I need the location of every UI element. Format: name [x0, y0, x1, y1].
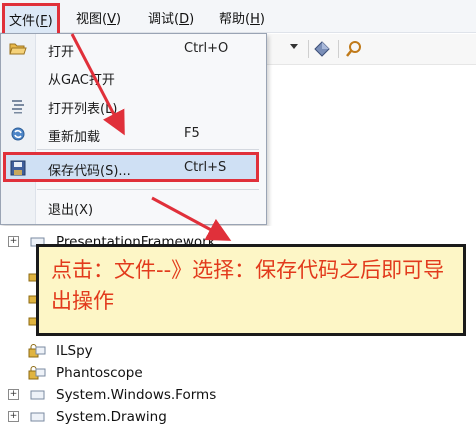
menu-help-key: H	[250, 12, 260, 27]
menu-file-key: F	[40, 14, 48, 29]
menu-help-label: 帮助(	[219, 12, 251, 27]
tree-item-label: ILSpy	[56, 343, 93, 359]
lock-assembly-icon	[28, 344, 46, 358]
menu-item-shortcut: F5	[184, 126, 200, 141]
menu-file[interactable]: 文件(F)	[2, 3, 60, 36]
reload-icon	[9, 126, 27, 142]
list-icon	[9, 98, 27, 114]
menu-help-end: )	[259, 12, 265, 27]
menu-item-label: 打开	[48, 45, 75, 60]
menu-item-reload[interactable]: 重新加载 F5	[1, 121, 266, 147]
menu-item-exit[interactable]: 退出(X)	[1, 194, 266, 220]
annotation-text: 点击：文件--》选择：保存代码之后即可导出操作	[51, 258, 445, 313]
search-icon[interactable]	[344, 40, 364, 58]
toolbar	[264, 34, 476, 65]
menu-file-label: 文件(	[9, 14, 41, 29]
menu-debug-key: D	[179, 12, 190, 27]
open-folder-icon	[9, 41, 27, 57]
instruction-annotation: 点击：文件--》选择：保存代码之后即可导出操作	[36, 244, 466, 336]
tree-item-label: System.Drawing	[56, 409, 167, 425]
menu-bar: 文件(F) 视图(V) 调试(D) 帮助(H)	[0, 0, 476, 36]
assembly-icon[interactable]	[312, 40, 332, 58]
dropdown-arrow-icon[interactable]	[284, 40, 304, 58]
menu-separator	[37, 189, 259, 190]
menu-help[interactable]: 帮助(H)	[219, 8, 265, 27]
menu-item-open-list[interactable]: 打开列表(L)	[1, 93, 266, 119]
file-menu-dropdown: 打开 Ctrl+O 从GAC打开 打开列表(L) 重新加载 F5 保存代码(S)…	[0, 33, 267, 225]
menu-item-save-code[interactable]: 保存代码(S)... Ctrl+S	[1, 155, 266, 181]
tree-item-label: System.Windows.Forms	[56, 387, 217, 403]
menu-item-shortcut: Ctrl+S	[184, 160, 227, 175]
menu-item-open-from-gac[interactable]: 从GAC打开	[1, 64, 266, 90]
menu-item-label: 打开列表(L)	[48, 102, 118, 117]
menu-debug-end: )	[189, 12, 195, 27]
menu-view-key: V	[107, 12, 116, 27]
menu-item-label: 保存代码(S)...	[48, 164, 131, 179]
menu-item-shortcut: Ctrl+O	[184, 41, 229, 56]
menu-file-end: )	[47, 14, 53, 29]
toolbar-separator	[308, 40, 309, 58]
tree-item-label: Phantoscope	[56, 365, 143, 381]
menu-item-label: 退出(X)	[48, 203, 94, 218]
menu-debug-label: 调试(	[148, 12, 180, 27]
menu-item-open[interactable]: 打开 Ctrl+O	[1, 36, 266, 62]
lock-assembly-icon	[28, 366, 46, 380]
expand-icon[interactable]: +	[8, 236, 19, 247]
assembly-icon	[30, 388, 46, 402]
menu-view[interactable]: 视图(V)	[76, 8, 121, 27]
menu-view-label: 视图(	[76, 12, 108, 27]
assembly-icon	[30, 410, 46, 424]
menu-item-label: 从GAC打开	[48, 73, 115, 88]
toolbar-separator	[338, 40, 339, 58]
menu-view-end: )	[115, 12, 122, 27]
menu-item-label: 重新加载	[48, 130, 101, 145]
menu-separator	[37, 149, 259, 150]
save-icon	[9, 160, 27, 176]
menu-debug[interactable]: 调试(D)	[148, 8, 194, 27]
expand-icon[interactable]: +	[8, 411, 19, 422]
expand-icon[interactable]: +	[8, 389, 19, 400]
